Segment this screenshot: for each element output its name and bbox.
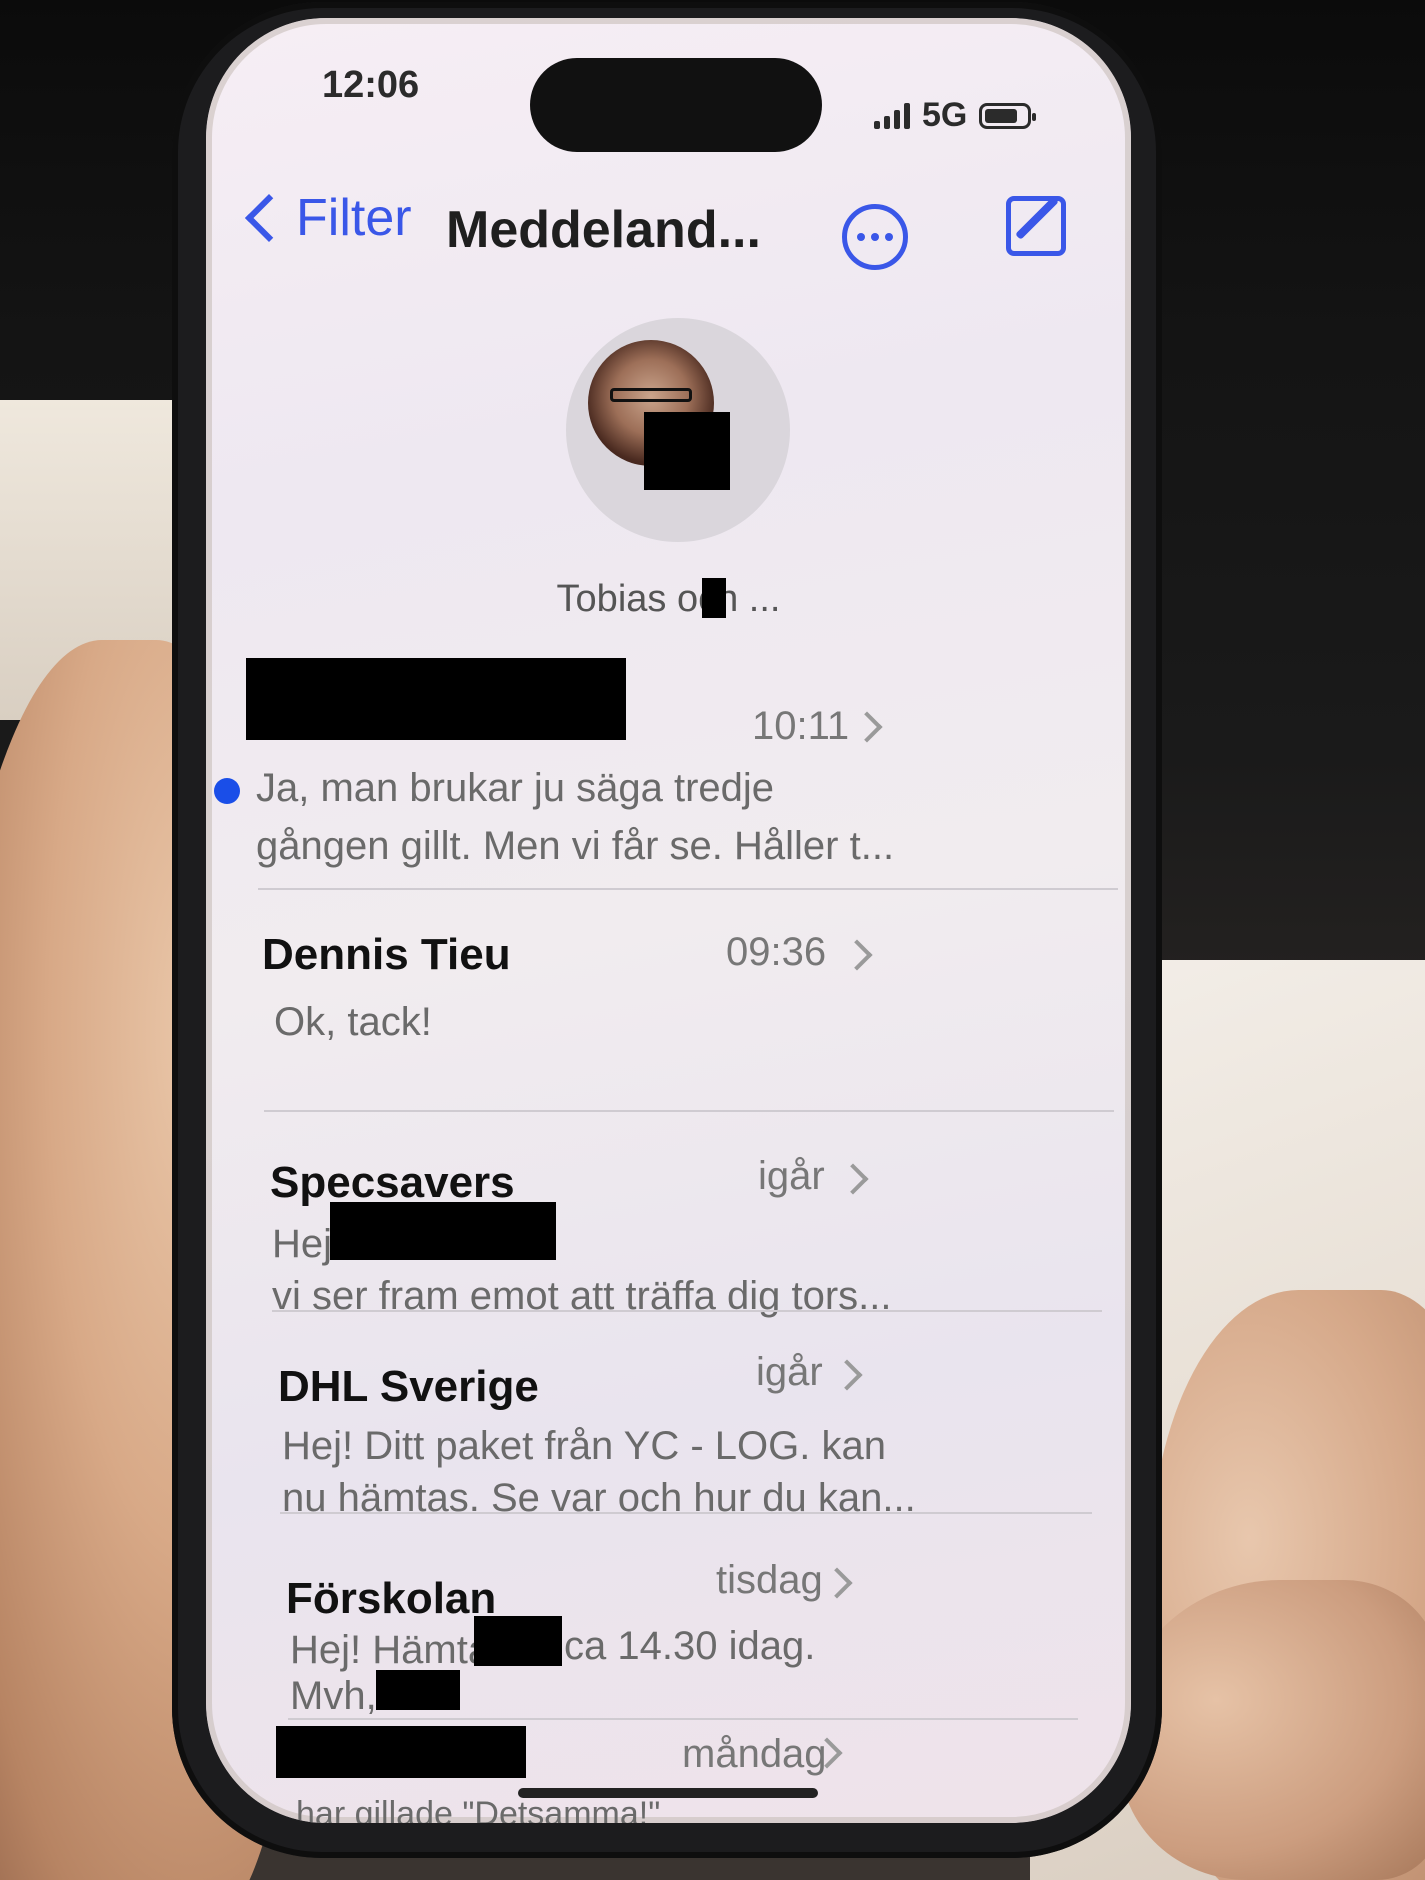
chevron-right-icon xyxy=(841,939,873,971)
redaction-box xyxy=(474,1616,562,1666)
redaction-box xyxy=(330,1202,556,1260)
redaction-box xyxy=(702,578,726,618)
row-time: 10:11 xyxy=(752,704,850,748)
row-name: Förskolan xyxy=(286,1574,497,1623)
row-preview: Hej xyxy=(272,1222,333,1266)
row-name: Dennis Tieu xyxy=(262,930,511,979)
row-name: Specsavers xyxy=(270,1158,515,1207)
row-preview: vi ser fram emot att träffa dig tors... xyxy=(272,1274,892,1318)
home-indicator[interactable] xyxy=(518,1788,818,1798)
status-time: 12:06 xyxy=(322,64,420,106)
divider xyxy=(272,1310,1102,1312)
divider xyxy=(280,1512,1092,1514)
pinned-label: Tobias och ... xyxy=(556,578,781,620)
dynamic-island xyxy=(530,58,822,152)
unread-dot xyxy=(214,778,240,804)
chevron-right-icon xyxy=(831,1359,863,1391)
divider xyxy=(258,888,1118,890)
list-item[interactable]: Dennis Tieu 09:36 Ok, tack! xyxy=(206,898,1131,1118)
row-preview: Ja, man brukar ju säga tredje xyxy=(256,766,775,810)
more-options-button[interactable] xyxy=(842,204,908,270)
battery-icon xyxy=(979,102,1037,129)
redacted-name xyxy=(276,1726,526,1778)
row-time: igår xyxy=(758,1154,825,1198)
row-time: måndag xyxy=(682,1732,827,1776)
hand-right-finger xyxy=(1120,1580,1425,1880)
row-preview: ca 14.30 idag. xyxy=(564,1624,816,1668)
row-time: 09:36 xyxy=(726,930,827,974)
divider xyxy=(264,1110,1114,1112)
page-title: Meddeland... xyxy=(446,201,761,259)
divider xyxy=(288,1718,1078,1720)
list-item[interactable]: Förskolan tisdag Hej! Hämtar ca 14.30 id… xyxy=(206,1518,1131,1718)
status-indicators: 5G xyxy=(874,96,1037,135)
redaction-box xyxy=(376,1670,460,1710)
chevron-left-icon xyxy=(244,193,294,243)
avatar-glasses xyxy=(610,388,692,402)
row-time: igår xyxy=(756,1350,823,1394)
network-label: 5G xyxy=(922,96,968,134)
row-preview: Hej! Ditt paket från YC - LOG. kan xyxy=(282,1424,886,1468)
row-preview: Ok, tack! xyxy=(274,1000,432,1044)
list-item[interactable]: 10:11 Ja, man brukar ju säga tredje gång… xyxy=(206,648,1131,908)
row-preview: Mvh, xyxy=(290,1674,377,1718)
redaction-box xyxy=(644,412,730,490)
compose-button[interactable] xyxy=(1006,196,1066,256)
ellipsis-icon xyxy=(857,233,865,241)
filter-label: Filter xyxy=(296,189,412,247)
row-time: tisdag xyxy=(716,1558,823,1602)
filter-back-button[interactable]: Filter xyxy=(236,188,412,248)
chevron-right-icon xyxy=(821,1567,853,1599)
row-name: DHL Sverige xyxy=(278,1362,539,1411)
chevron-right-icon xyxy=(851,711,883,743)
phone-screen: 12:06 5G Filter Meddeland... Tobias och … xyxy=(206,18,1131,1823)
list-item[interactable]: måndag har gillade "Detsamma!" xyxy=(206,1722,1131,1823)
signal-icon xyxy=(874,102,910,129)
list-item[interactable]: DHL Sverige igår Hej! Ditt paket från YC… xyxy=(206,1318,1131,1520)
redacted-name xyxy=(246,658,626,740)
chevron-right-icon xyxy=(837,1163,869,1195)
row-preview: gången gillt. Men vi får se. Håller t... xyxy=(256,824,895,868)
list-item[interactable]: Specsavers igår Hej vi ser fram emot att… xyxy=(206,1118,1131,1318)
